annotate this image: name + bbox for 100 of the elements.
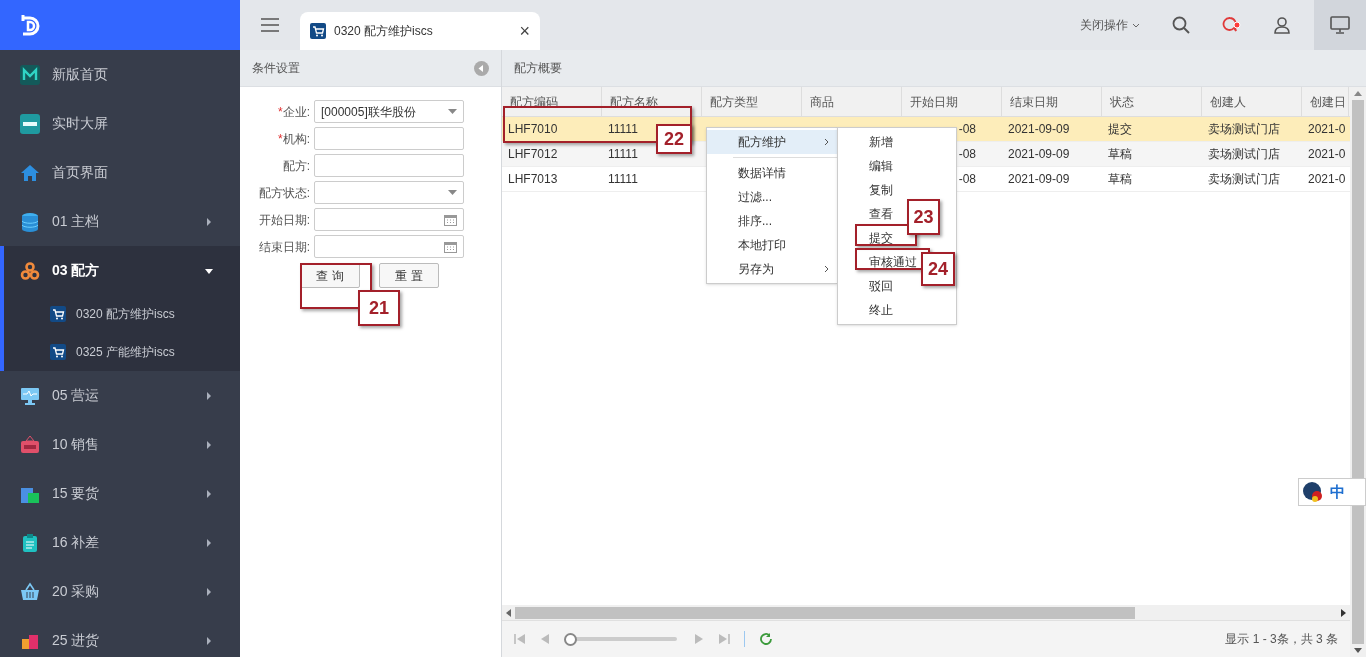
menu-item[interactable]: 本地打印 bbox=[707, 233, 837, 257]
chevron-down-icon bbox=[1132, 22, 1140, 28]
scroll-right-icon[interactable] bbox=[1341, 608, 1346, 617]
menu-item[interactable]: 驳回 bbox=[869, 277, 893, 295]
field-label: *机构: bbox=[277, 130, 311, 148]
close-tab-button[interactable]: × bbox=[519, 17, 530, 45]
screen-button[interactable] bbox=[1314, 0, 1366, 50]
sidebar-submenu-item[interactable]: 0325 产能维护iscs bbox=[4, 333, 240, 371]
sidebar-menu-item[interactable]: 首页界面 bbox=[0, 148, 240, 197]
table-cell-text: LHF7013 bbox=[508, 171, 558, 188]
date-field[interactable] bbox=[314, 235, 464, 258]
table-cell-text: 2021-0 bbox=[1308, 121, 1346, 138]
input-field[interactable] bbox=[314, 127, 464, 150]
three-circles-icon bbox=[20, 260, 40, 281]
user-icon[interactable] bbox=[1274, 16, 1290, 34]
home-icon bbox=[20, 162, 40, 183]
menu-item[interactable]: 终止 bbox=[869, 301, 893, 319]
step-number: 21 bbox=[358, 290, 400, 326]
table-cell-text: 草稿 bbox=[1108, 146, 1132, 163]
table-cell-text: 提交 bbox=[1108, 121, 1132, 138]
dropdown-field[interactable]: [000005]联华股份 bbox=[314, 100, 464, 123]
menu-icon[interactable] bbox=[261, 18, 279, 32]
menu-item[interactable]: 查看 bbox=[869, 205, 893, 223]
ime-logo-icon bbox=[1302, 481, 1324, 503]
field-label: 结束日期: bbox=[257, 238, 311, 256]
table-cell-text: 2021-0 bbox=[1308, 171, 1346, 188]
sidebar-menu-item[interactable]: 25 进货 bbox=[0, 616, 240, 657]
menu-item[interactable]: 排序... bbox=[707, 209, 837, 233]
calendar-icon bbox=[444, 213, 457, 226]
scroll-up-icon[interactable] bbox=[1354, 91, 1362, 96]
column-header[interactable]: 创建日 bbox=[1302, 87, 1349, 116]
table-cell-text: 卖场测试门店 bbox=[1208, 146, 1280, 163]
close-operations-menu[interactable]: 关闭操作 bbox=[1080, 16, 1140, 34]
sidebar-menu-item[interactable]: 03 配方 bbox=[4, 246, 240, 295]
menu-item[interactable]: 数据详情 bbox=[707, 161, 837, 185]
clipboard-icon bbox=[20, 532, 40, 553]
last-page-icon[interactable] bbox=[718, 633, 730, 645]
previous-page-icon[interactable] bbox=[540, 633, 550, 645]
sidebar-menu-item[interactable]: 01 主档 bbox=[0, 197, 240, 246]
chevron-right-icon bbox=[824, 138, 829, 146]
column-header[interactable]: 商品 bbox=[802, 87, 902, 116]
field-label: 配方: bbox=[281, 157, 311, 175]
collapse-icon[interactable] bbox=[474, 60, 489, 76]
menu-item[interactable]: 提交 bbox=[869, 229, 893, 247]
table-cell-text: LHF7010 bbox=[508, 121, 558, 138]
ime-toolbar[interactable]: 中 bbox=[1298, 478, 1366, 506]
column-header[interactable]: 开始日期 bbox=[902, 87, 1002, 116]
menu-item[interactable]: 审核通过 bbox=[869, 253, 917, 271]
next-page-icon[interactable] bbox=[694, 633, 704, 645]
sidebar-menu-item[interactable]: 20 采购 bbox=[0, 567, 240, 616]
tab-label: 0320 配方维护iscs bbox=[334, 23, 434, 40]
table-cell-text: 2021-09-09 bbox=[1008, 171, 1070, 188]
table-cell-text: 11111 bbox=[608, 121, 638, 138]
sidebar-menu-item[interactable]: 05 营运 bbox=[0, 371, 240, 420]
table-cell-text: 草稿 bbox=[1108, 171, 1132, 188]
ime-mode: 中 bbox=[1330, 481, 1345, 502]
panel-title: 配方概要 bbox=[514, 60, 562, 77]
date-field[interactable] bbox=[314, 208, 464, 231]
table-cell-text: -08 bbox=[958, 121, 976, 138]
column-header[interactable]: 配方类型 bbox=[702, 87, 802, 116]
sidebar-menu-item[interactable]: 15 要货 bbox=[0, 469, 240, 518]
column-header[interactable]: 结束日期 bbox=[1002, 87, 1102, 116]
cart-icon bbox=[310, 23, 326, 39]
menu-item[interactable]: 复制 bbox=[869, 181, 893, 199]
step-number: 24 bbox=[921, 252, 955, 286]
menu-item[interactable]: 新增 bbox=[869, 133, 893, 151]
slider-thumb[interactable] bbox=[564, 632, 577, 646]
page-tab[interactable]: 0320 配方维护iscs × bbox=[300, 12, 540, 50]
menu-item[interactable]: 配方维护 bbox=[707, 130, 837, 154]
vertical-scrollbar[interactable] bbox=[1350, 87, 1366, 657]
menu-item[interactable]: 编辑 bbox=[869, 157, 893, 175]
first-page-icon[interactable] bbox=[514, 633, 526, 645]
sidebar-menu-item[interactable]: 新版首页 bbox=[0, 50, 240, 99]
table-cell-text: 2021-09-09 bbox=[1008, 121, 1070, 138]
scroll-left-icon[interactable] bbox=[506, 608, 511, 617]
dropdown-caret-icon bbox=[448, 190, 457, 195]
scroll-down-icon[interactable] bbox=[1354, 648, 1362, 653]
column-header[interactable]: 状态 bbox=[1102, 87, 1202, 116]
sidebar-menu-item[interactable]: 16 补差 bbox=[0, 518, 240, 567]
sidebar-submenu-item[interactable]: 0320 配方维护iscs bbox=[4, 295, 240, 333]
horizontal-scrollbar[interactable] bbox=[502, 605, 1350, 620]
cart-icon bbox=[50, 344, 66, 360]
d-logo-icon bbox=[20, 13, 42, 37]
table-cell-text: 11111 bbox=[608, 146, 638, 163]
table-cell-text: -08 bbox=[958, 171, 976, 188]
menu-item[interactable]: 另存为 bbox=[707, 257, 837, 281]
basket-icon bbox=[20, 581, 40, 602]
dropdown-field[interactable] bbox=[314, 181, 464, 204]
menu-item[interactable]: 过滤... bbox=[707, 185, 837, 209]
sale-sign-icon bbox=[20, 434, 40, 455]
data-screen-icon bbox=[20, 113, 40, 134]
input-field[interactable] bbox=[314, 154, 464, 177]
sidebar-menu-item[interactable]: 实时大屏 bbox=[0, 99, 240, 148]
search-icon[interactable] bbox=[1172, 16, 1190, 34]
sidebar-menu-item[interactable]: 10 销售 bbox=[0, 420, 240, 469]
column-header[interactable]: 创建人 bbox=[1202, 87, 1302, 116]
panel-title: 条件设置 bbox=[252, 60, 301, 77]
reset-button[interactable]: 重 置 bbox=[379, 263, 439, 288]
field-label: 开始日期: bbox=[257, 211, 311, 229]
refresh-icon[interactable] bbox=[759, 632, 773, 646]
